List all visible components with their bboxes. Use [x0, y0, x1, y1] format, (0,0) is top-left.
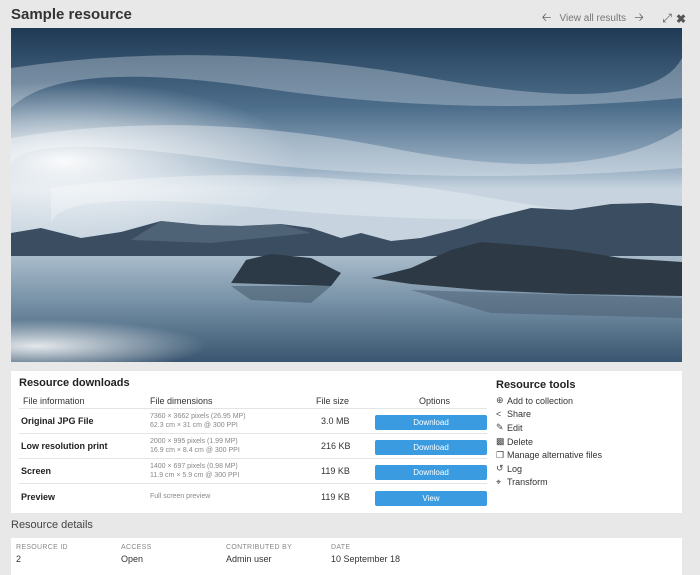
arrow-right-icon[interactable]: 🡢 [632, 8, 646, 29]
dimension-pixels: Full screen preview [150, 493, 211, 500]
column-header: File size [316, 395, 350, 406]
detail-value: Admin user [226, 554, 272, 564]
trash-icon: ▩ [496, 436, 505, 447]
detail-field: RESOURCE ID 2 [16, 544, 121, 575]
resource-downloads-card: Resource downloads File information File… [11, 371, 682, 513]
detail-value: Open [121, 554, 144, 564]
files-icon: ❐ [496, 449, 505, 460]
expand-icon[interactable]: ⤢ [660, 11, 674, 26]
tools-heading: Resource tools [496, 379, 576, 391]
file-size: 3.0 MB [321, 416, 350, 426]
dimension-print: 16.9 cm × 8.4 cm @ 300 PPI [150, 447, 240, 454]
dimension-pixels: 2000 × 995 pixels (1.99 MP) [150, 438, 238, 445]
column-header: Options [418, 395, 451, 406]
tool-share[interactable]: < Share [496, 408, 676, 422]
resource-tools: Resource tools ⊕ Add to collection < Sha… [496, 379, 676, 489]
file-size: 119 KB [321, 466, 350, 476]
file-dimensions: 1400 × 697 pixels (0.98 MP) 11.9 cm × 5.… [150, 462, 302, 480]
close-icon[interactable]: ✖ [674, 12, 688, 26]
file-size: 119 KB [321, 491, 350, 502]
tool-label: Manage alternative files [507, 450, 603, 461]
tool-label: Edit [507, 422, 523, 433]
pencil-icon: ✎ [496, 422, 504, 433]
landscape-photo [11, 28, 682, 362]
view-all-results-link[interactable]: View all results [559, 13, 626, 24]
detail-value: 10 September 18 [331, 554, 401, 564]
download-button[interactable]: Download [375, 440, 487, 455]
table-row: Screen 1400 × 697 pixels (0.98 MP) 11.9 … [19, 459, 487, 484]
tool-label: Transform [507, 477, 548, 488]
plus-circle-icon: ⊕ [496, 395, 504, 406]
tool-transform[interactable]: ⌖ Transform [496, 476, 676, 490]
detail-field: DATE 10 September 18 [331, 544, 436, 575]
dimension-print: 11.9 cm × 5.9 cm @ 300 PPI [150, 472, 240, 479]
tool-log[interactable]: ↺ Log [496, 462, 676, 476]
table-header: File information File dimensions File si… [19, 393, 487, 409]
detail-label: CONTRIBUTED BY [226, 544, 293, 551]
dimension-pixels: 7360 × 3662 pixels (26.95 MP) [150, 413, 246, 420]
history-icon: ↺ [496, 463, 504, 474]
tool-edit[interactable]: ✎ Edit [496, 421, 676, 435]
detail-value: 2 [16, 554, 22, 564]
detail-field: ACCESS Open [121, 544, 226, 575]
column-header: File information [23, 395, 85, 406]
file-name: Screen [21, 466, 52, 476]
detail-label: ACCESS [121, 544, 152, 551]
download-button[interactable]: Download [375, 465, 487, 480]
file-dimensions: 2000 × 995 pixels (1.99 MP) 16.9 cm × 8.… [150, 437, 302, 455]
top-bar: Sample resource 🡠 View all results 🡢 ⤢ ✖ [0, 0, 700, 28]
downloads-table: File information File dimensions File si… [19, 393, 487, 509]
view-button[interactable]: View [375, 490, 487, 506]
scrollbar[interactable] [694, 0, 700, 575]
file-dimensions: 7360 × 3662 pixels (26.95 MP) 62.3 cm × … [150, 412, 302, 430]
page-title: Sample resource [11, 6, 132, 23]
arrow-left-icon[interactable]: 🡠 [539, 8, 553, 29]
file-name: Low resolution print [21, 441, 108, 451]
tool-label: Delete [507, 436, 534, 447]
file-name: Original JPG File [21, 416, 94, 426]
tool-manage-alternative-files[interactable]: ❐ Manage alternative files [496, 448, 676, 462]
crop-icon: ⌖ [496, 476, 502, 487]
tool-label: Share [507, 409, 532, 420]
tool-label: Add to collection [507, 395, 574, 406]
file-name: Preview [21, 491, 56, 502]
tool-delete[interactable]: ▩ Delete [496, 435, 676, 449]
file-size: 216 KB [321, 441, 351, 451]
detail-label: DATE [331, 544, 351, 551]
table-row: Original JPG File 7360 × 3662 pixels (26… [19, 409, 487, 434]
file-dimensions: Full screen preview [150, 492, 302, 501]
tool-label: Log [507, 463, 523, 474]
table-row: Low resolution print 2000 × 995 pixels (… [19, 434, 487, 459]
detail-field: CONTRIBUTED BY Admin user [226, 544, 331, 575]
resource-details: RESOURCE ID 2 ACCESS Open CONTRIBUTED BY… [11, 538, 682, 575]
download-button[interactable]: Download [375, 415, 487, 430]
table-row: Preview Full screen preview 119 KB View [19, 484, 487, 509]
column-header: File dimensions [150, 395, 213, 406]
dimension-pixels: 1400 × 697 pixels (0.98 MP) [150, 463, 238, 470]
result-navigation: 🡠 View all results 🡢 ⤢ ✖ [539, 8, 688, 29]
share-icon: < [496, 409, 502, 420]
downloads-heading: Resource downloads [19, 377, 130, 389]
detail-label: RESOURCE ID [16, 544, 68, 551]
tool-add-to-collection[interactable]: ⊕ Add to collection [496, 394, 676, 408]
details-heading: Resource details [11, 519, 93, 531]
resource-preview-image[interactable] [11, 28, 682, 362]
dimension-print: 62.3 cm × 31 cm @ 300 PPI [150, 422, 238, 429]
